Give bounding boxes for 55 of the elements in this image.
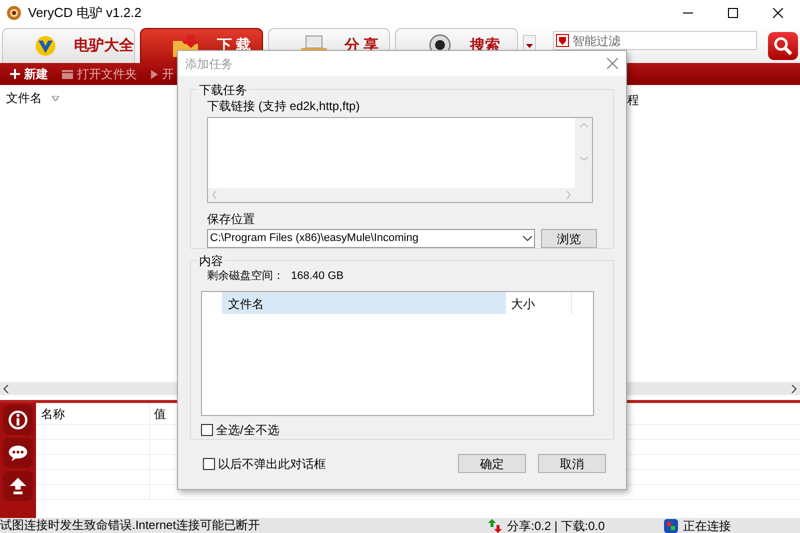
- dialog-button[interactable]: 确定: [458, 454, 526, 473]
- chevron-down-icon: [523, 236, 532, 241]
- filter-input[interactable]: 智能过滤: [572, 32, 754, 48]
- chevron-left-icon: [212, 191, 217, 199]
- shield-icon: [556, 34, 570, 47]
- close-icon: [772, 8, 782, 18]
- info-icon: [7, 409, 29, 431]
- search-icon: [772, 36, 793, 56]
- sidebar-button[interactable]: [3, 405, 33, 435]
- column-header[interactable]: 大小: [506, 292, 572, 314]
- browse-button[interactable]: 浏览: [541, 229, 597, 248]
- maximize-icon: [728, 8, 738, 18]
- mule-logo-icon: [6, 4, 22, 20]
- save-path-combobox[interactable]: C:\Program Files (x86)\easyMule\Incoming: [207, 229, 536, 248]
- chevron-up-icon: [580, 123, 588, 128]
- toolbar-button[interactable]: 打开文件夹: [62, 65, 137, 83]
- group-title: 下载任务: [197, 81, 249, 99]
- close-icon: [606, 58, 618, 69]
- sidebar-button[interactable]: [3, 438, 33, 468]
- up-down-arrows-icon: [488, 518, 502, 532]
- connection-status: 正在连接: [683, 518, 731, 533]
- plus-icon: [10, 69, 20, 79]
- window-title: VeryCD 电驴 v1.2.2: [28, 4, 142, 22]
- column-header[interactable]: 名称: [36, 403, 150, 424]
- checkbox[interactable]: 以后不弹出此对话框: [203, 454, 326, 472]
- chevron-right-icon: [791, 384, 797, 392]
- folder-icon: [62, 70, 73, 78]
- column-header[interactable]: 值: [150, 403, 166, 424]
- field-label: 下载链接 (支持 ed2k,http,ftp): [207, 98, 361, 115]
- chevron-left-icon: [3, 384, 9, 392]
- v-logo-icon: [33, 34, 58, 58]
- field-label: 保存位置: [207, 211, 256, 228]
- column-header[interactable]: 文件名: [6, 89, 42, 107]
- sidebar-button[interactable]: [3, 471, 33, 501]
- chevron-down-icon: [580, 156, 588, 161]
- column-header[interactable]: 程: [627, 91, 639, 109]
- network-icon: [664, 518, 678, 532]
- traffic-status: 分享:0.2 | 下载:0.0: [507, 518, 606, 533]
- toolbar-button[interactable]: 开: [151, 65, 174, 83]
- toolbar-button[interactable]: 新建: [10, 65, 48, 83]
- chevron-right-icon: [566, 191, 571, 199]
- disk-space-value: 168.40 GB: [291, 269, 344, 284]
- main-tab[interactable]: 电驴大全: [2, 28, 135, 63]
- link-input-field[interactable]: [207, 117, 593, 203]
- search-button[interactable]: [768, 32, 798, 60]
- status-message: 试图连接时发生致命错误.Internet连接可能已断开: [0, 518, 262, 533]
- dialog-button[interactable]: 取消: [538, 454, 606, 473]
- upload-icon: [7, 475, 29, 497]
- filter-field[interactable]: 智能过滤: [553, 31, 757, 50]
- caret-icon: [526, 44, 533, 48]
- field-label: 剩余磁盘空间：: [207, 268, 285, 284]
- sort-icon: [52, 96, 59, 100]
- play-icon: [151, 70, 158, 78]
- column-header[interactable]: 文件名: [222, 292, 506, 314]
- checkbox[interactable]: 全选/全不选: [201, 420, 601, 438]
